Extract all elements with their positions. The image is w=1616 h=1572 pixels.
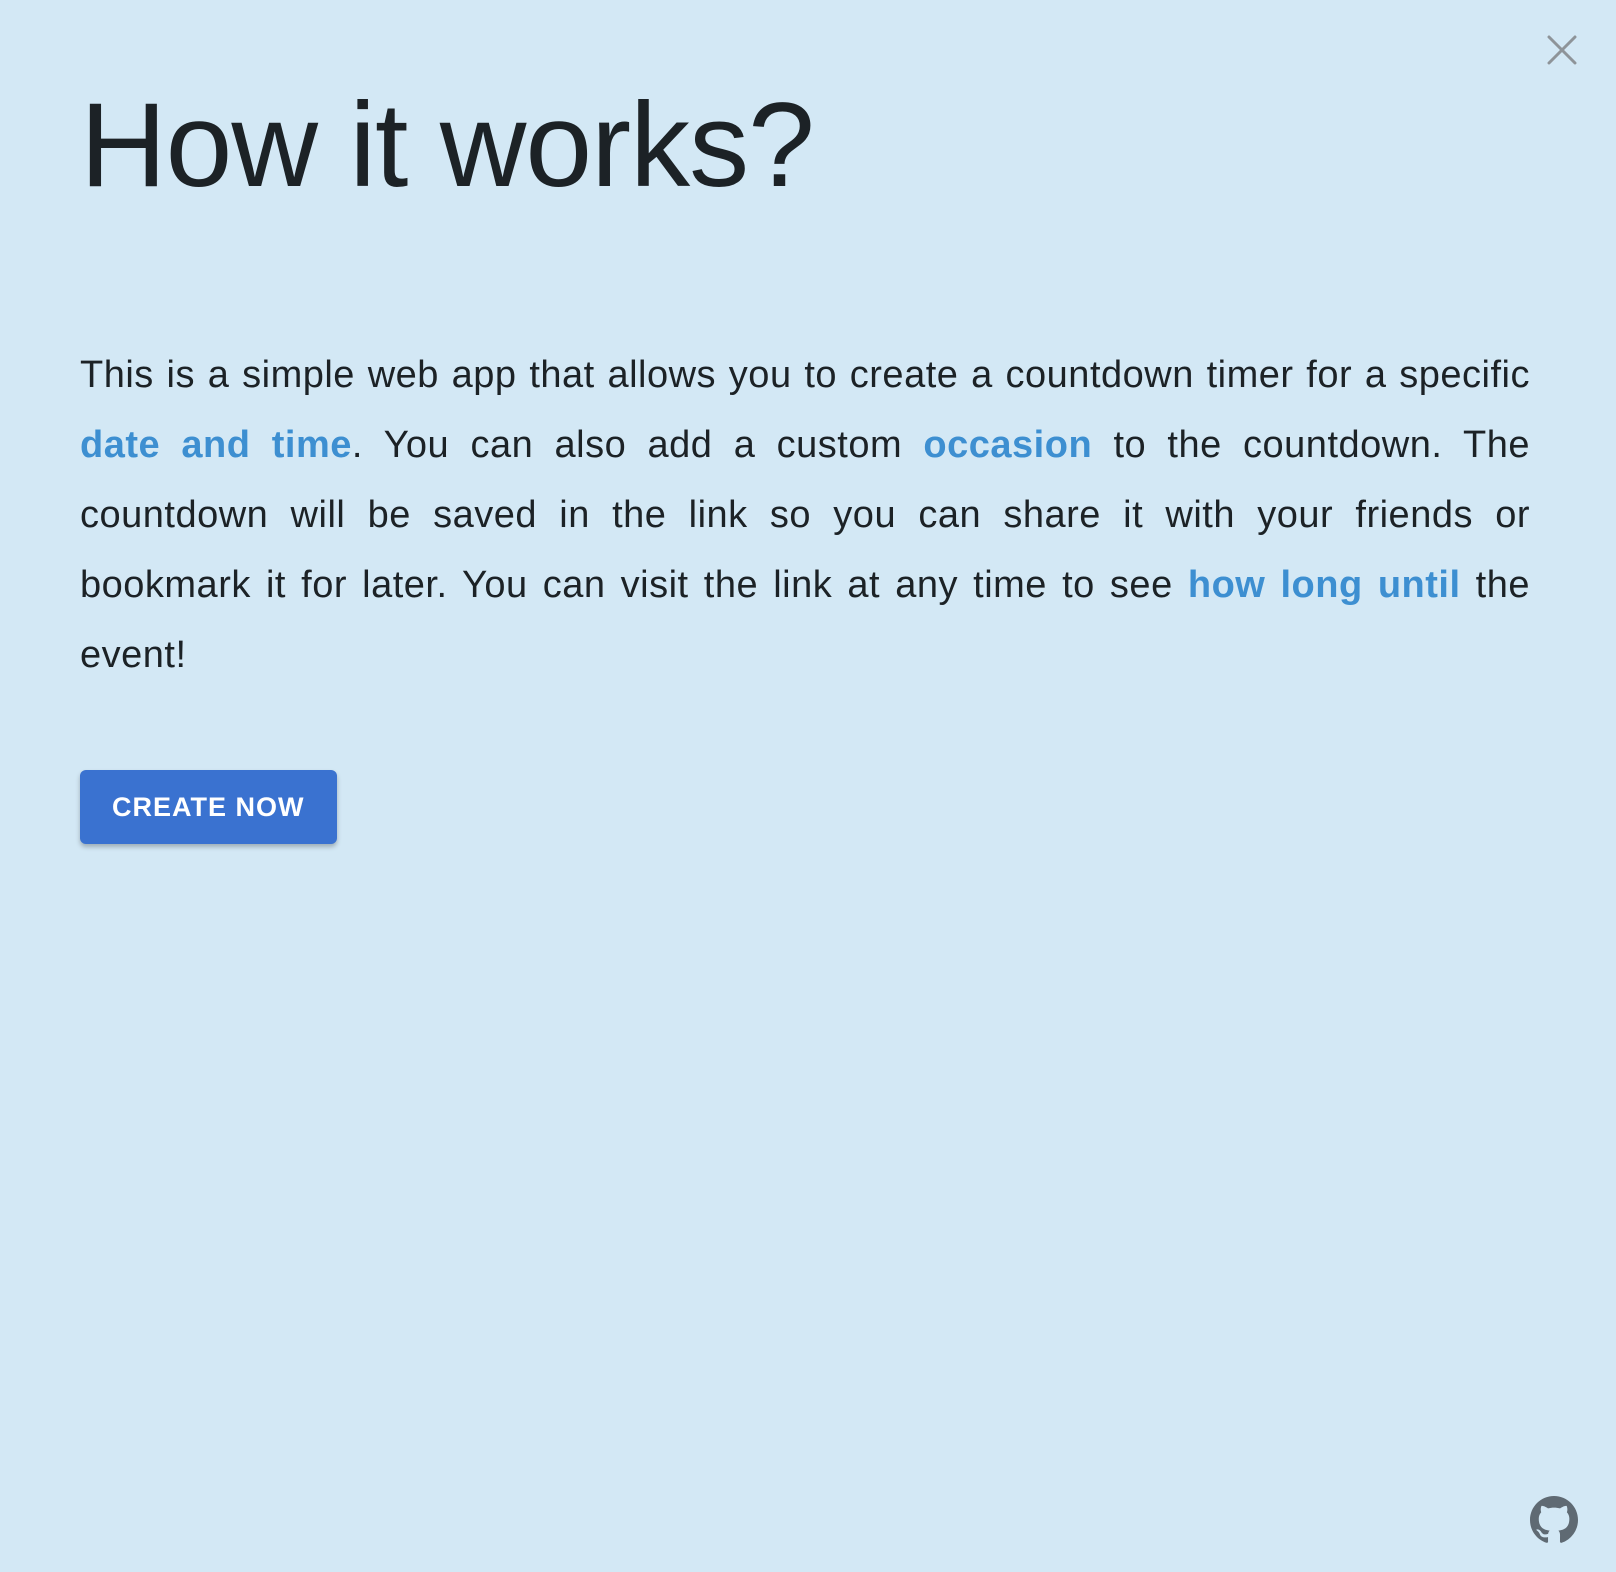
description-part-1: This is a simple web app that allows you… — [80, 354, 1530, 396]
close-button[interactable] — [1542, 30, 1582, 70]
modal-content: How it works? This is a simple web app t… — [80, 70, 1530, 844]
date-and-time-link[interactable]: date and time — [80, 424, 352, 466]
occasion-link[interactable]: occasion — [923, 424, 1092, 466]
close-icon — [1547, 35, 1577, 65]
create-now-button[interactable]: CREATE NOW — [80, 770, 337, 844]
description-part-2: . You can also add a custom — [351, 424, 924, 466]
how-long-until-link[interactable]: how long until — [1188, 564, 1461, 606]
github-icon — [1530, 1496, 1578, 1543]
description-text: This is a simple web app that allows you… — [80, 340, 1530, 690]
page-title: How it works? — [80, 78, 815, 212]
github-link[interactable] — [1530, 1496, 1578, 1544]
